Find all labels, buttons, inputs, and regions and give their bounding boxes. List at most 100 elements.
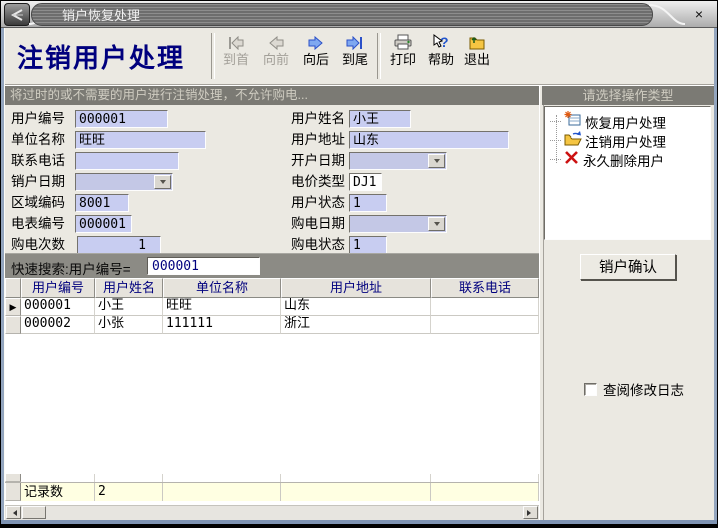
first-arrow-icon — [227, 33, 245, 50]
area-code-field[interactable]: 8001 — [75, 194, 129, 212]
print-label: 打印 — [390, 53, 416, 66]
tree-item-delete-user[interactable]: 永久删除用户 — [550, 150, 664, 169]
empty-cell — [281, 474, 431, 482]
deactivate-user-icon — [564, 130, 582, 151]
price-type-label: 电价类型 — [291, 173, 345, 191]
cell-unit-name: 旺旺 — [163, 298, 281, 316]
column-header[interactable]: 单位名称 — [163, 278, 281, 298]
chevron-down-icon — [160, 180, 166, 187]
close-date-dropdown-button[interactable] — [154, 175, 171, 189]
exit-label: 退出 — [464, 53, 490, 66]
help-button[interactable]: ? 帮助 — [421, 33, 461, 81]
chevron-down-icon — [434, 159, 440, 166]
delete-user-icon — [564, 150, 580, 170]
close-account-confirm-button[interactable]: 销户确认 — [580, 254, 676, 280]
open-date-combo[interactable]: 2013-06-02 — [349, 152, 447, 170]
tree-item-label: 注销用户处理 — [585, 131, 666, 151]
scroll-right-icon — [527, 510, 534, 516]
search-label: 快速搜索:用户编号= — [11, 258, 131, 278]
purchase-count-field[interactable]: 1 — [77, 236, 161, 254]
user-id-value: 000001 — [79, 112, 126, 127]
unit-name-field[interactable]: 旺旺 — [75, 131, 206, 149]
operation-panel-header: 请选择操作类型 — [542, 86, 714, 105]
user-name-label: 用户姓名 — [291, 110, 345, 128]
next-arrow-icon — [307, 33, 325, 50]
user-address-label: 用户地址 — [291, 131, 345, 149]
close-button[interactable]: × — [688, 4, 710, 24]
user-status-field[interactable]: 1 — [349, 194, 387, 212]
user-status-label: 用户状态 — [291, 194, 345, 212]
operation-tree: 恢复用户处理 注销用户处理 永久删除用户 — [544, 106, 711, 240]
scrollbar-thumb[interactable] — [22, 506, 46, 519]
scroll-right-button[interactable] — [523, 506, 538, 519]
close-date-combo[interactable]: - - — [75, 173, 173, 191]
cell-user-address: 山东 — [281, 298, 431, 316]
tree-item-deactivate-user[interactable]: 注销用户处理 — [550, 131, 666, 150]
nav-prev-button[interactable]: 向前 — [256, 33, 296, 81]
page-title: 注销用户处理 — [17, 38, 185, 75]
view-log-checkbox[interactable] — [584, 383, 597, 396]
tree-item-label: 永久删除用户 — [583, 150, 664, 170]
search-input[interactable]: 000001 — [147, 257, 260, 275]
user-id-field[interactable]: 000001 — [75, 110, 168, 128]
toolbar-separator — [377, 33, 381, 79]
column-header[interactable]: 用户编号 — [21, 278, 95, 298]
user-address-value: 山东 — [353, 133, 379, 148]
tree-branch-line — [550, 140, 561, 142]
meter-id-field[interactable]: 000001 — [75, 215, 132, 233]
help-icon: ? — [431, 33, 451, 50]
purchase-status-value: 1 — [353, 238, 361, 253]
column-header[interactable]: 用户地址 — [281, 278, 431, 298]
user-id-label: 用户编号 — [11, 110, 65, 128]
unit-name-value: 旺旺 — [79, 133, 105, 148]
user-name-field[interactable]: 小王 — [349, 110, 411, 128]
cell-user-name: 小张 — [95, 316, 163, 334]
nav-last-button[interactable]: 到尾 — [335, 33, 375, 81]
titlebar-swoosh-right-decoration — [647, 3, 687, 25]
column-header[interactable]: 联系电话 — [431, 278, 539, 298]
tree-item-restore-user[interactable]: 恢复用户处理 — [550, 112, 666, 131]
meter-id-label: 电表编号 — [11, 215, 65, 233]
restore-user-icon — [564, 111, 582, 132]
price-type-field[interactable]: DJ1 — [349, 173, 382, 191]
help-label: 帮助 — [428, 53, 454, 66]
open-date-dropdown-button[interactable] — [428, 154, 445, 168]
purchase-date-dropdown-button[interactable] — [428, 217, 445, 231]
phone-field[interactable] — [75, 152, 179, 170]
table-row[interactable]: 000002 小张 111111 浙江 — [5, 316, 539, 334]
app-logo-icon — [4, 3, 30, 26]
nav-next-button[interactable]: 向后 — [296, 33, 336, 81]
row-selector — [5, 474, 21, 482]
purchase-date-combo[interactable]: 2013-06-02 — [349, 215, 447, 233]
exit-button[interactable]: 退出 — [457, 33, 497, 81]
operation-panel: 请选择操作类型 恢复用户处理 — [542, 86, 714, 520]
window-right-border — [714, 28, 717, 524]
selector-header-cell — [5, 278, 21, 298]
last-arrow-icon — [346, 33, 364, 50]
tree-branch-line — [550, 121, 561, 123]
detail-form: 用户编号 000001 单位名称 旺旺 联系电话 销户日期 - - 区域编码 8… — [5, 105, 539, 253]
row-selector[interactable]: ▶ — [5, 298, 21, 316]
exit-folder-icon — [467, 33, 487, 50]
empty-cell — [163, 483, 281, 501]
main-area: 将过时的或不需要的用户进行注销处理，不允许购电... 用户编号 000001 单… — [5, 85, 714, 520]
table-row[interactable]: ▶ 000001 小王 旺旺 山东 — [5, 298, 539, 316]
cell-unit-name: 111111 — [163, 316, 281, 334]
toolbar: 注销用户处理 到首 向前 向后 — [5, 28, 714, 85]
nav-prev-label: 向前 — [263, 53, 289, 66]
nav-first-button[interactable]: 到首 — [216, 33, 256, 81]
purchase-status-field[interactable]: 1 — [349, 236, 387, 254]
scroll-left-button[interactable] — [6, 506, 21, 519]
area-code-value: 8001 — [79, 196, 110, 211]
horizontal-scrollbar[interactable] — [5, 505, 539, 520]
view-log-checkbox-row[interactable]: 查阅修改日志 — [584, 379, 684, 399]
column-header[interactable]: 用户姓名 — [95, 278, 163, 298]
row-selector[interactable] — [5, 316, 21, 334]
view-log-label: 查阅修改日志 — [603, 379, 684, 399]
meter-id-value: 000001 — [79, 217, 126, 232]
user-address-field[interactable]: 山东 — [349, 131, 509, 149]
print-button[interactable]: 打印 — [383, 33, 423, 81]
print-icon — [393, 33, 413, 50]
empty-cell — [95, 474, 163, 482]
cell-user-id: 000002 — [21, 316, 95, 334]
